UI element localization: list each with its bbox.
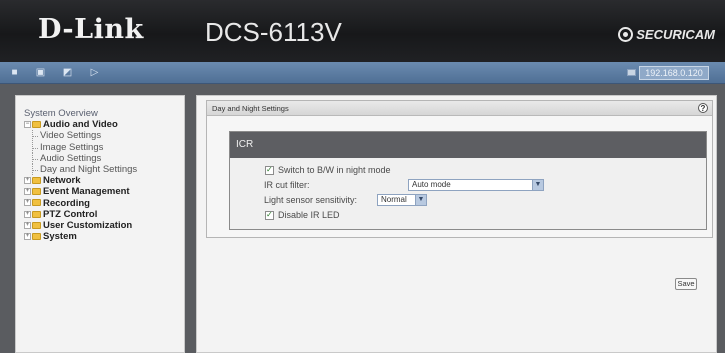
help-icon[interactable]: ?: [698, 103, 708, 113]
chevron-down-icon[interactable]: ▼: [415, 195, 426, 205]
disable-ir-label: Disable IR LED: [278, 210, 340, 220]
sidebar-item-audio-settings[interactable]: Audio Settings: [24, 152, 184, 164]
disable-ir-checkbox[interactable]: [265, 210, 274, 221]
record-icon[interactable]: ◩: [62, 67, 73, 78]
folder-icon: [32, 210, 41, 218]
folder-icon: [32, 199, 41, 207]
sidebar-item-ptz-control[interactable]: + PTZ Control: [24, 209, 184, 220]
light-sensor-select[interactable]: Normal ▼: [377, 194, 427, 206]
collapse-icon[interactable]: −: [24, 121, 31, 129]
sidebar-category-label: PTZ Control: [43, 208, 98, 220]
toolbar: ■ ▣ ◩ ▷ 192.168.0.120: [0, 62, 725, 84]
folder-icon: [32, 177, 41, 185]
camera-icon[interactable]: ■: [9, 67, 20, 78]
folder-icon: [32, 121, 41, 129]
switch-bw-checkbox[interactable]: [265, 165, 274, 176]
snapshot-icon[interactable]: ▣: [35, 67, 46, 78]
sidebar-category-label: User Customization: [43, 219, 133, 231]
sidebar-item-user-customization[interactable]: + User Customization: [24, 220, 184, 231]
sidebar-category-label: Recording: [43, 197, 90, 209]
icr-body: Switch to B/W in night mode IR cut filte…: [230, 158, 706, 229]
sidebar-item-network[interactable]: + Network: [24, 175, 184, 186]
sidebar-item-video-settings[interactable]: Video Settings: [24, 130, 184, 142]
sidebar-item-audio-and-video[interactable]: − Audio and Video: [24, 119, 184, 130]
header-bar: D-Link DCS-6113V SECURICAM: [0, 0, 725, 62]
network-icon: [627, 69, 636, 76]
sidebar-item-system-overview[interactable]: System Overview: [24, 108, 184, 119]
expand-icon[interactable]: +: [24, 177, 31, 185]
securicam-logo-icon: [618, 27, 634, 42]
main-content: Day and Night Settings ? ICR Switch to B…: [196, 95, 717, 353]
dlink-logo: D-Link: [38, 14, 144, 45]
folder-icon: [32, 233, 41, 241]
day-night-settings-panel: Day and Night Settings ? ICR Switch to B…: [206, 100, 713, 238]
sidebar-item-day-night-settings[interactable]: Day and Night Settings: [24, 163, 184, 176]
ir-cut-filter-label: IR cut filter:: [264, 180, 310, 190]
play-icon[interactable]: ▷: [89, 67, 100, 78]
securicam-label: SECURICAM: [636, 27, 715, 42]
sidebar-category-label: Network: [43, 175, 81, 187]
expand-icon[interactable]: +: [24, 188, 31, 196]
sidebar-item-system[interactable]: + System: [24, 231, 184, 242]
ip-address-display: 192.168.0.120: [639, 66, 709, 80]
expand-icon[interactable]: +: [24, 199, 31, 207]
expand-icon[interactable]: +: [24, 233, 31, 241]
ir-cut-filter-value: Auto mode: [412, 180, 451, 189]
securicam-brand: SECURICAM: [618, 27, 715, 42]
icr-section: ICR Switch to B/W in night mode IR cut f…: [229, 131, 707, 230]
icr-heading: ICR: [230, 132, 706, 158]
expand-icon[interactable]: +: [24, 221, 31, 229]
chevron-down-icon[interactable]: ▼: [532, 180, 543, 190]
sidebar-item-event-management[interactable]: + Event Management: [24, 186, 184, 197]
sidebar-item-recording[interactable]: + Recording: [24, 198, 184, 209]
expand-icon[interactable]: +: [24, 210, 31, 218]
sidebar-category-label: Audio and Video: [43, 119, 118, 131]
light-sensor-value: Normal: [381, 195, 407, 204]
ir-cut-filter-select[interactable]: Auto mode ▼: [408, 179, 544, 191]
camera-model-title: DCS-6113V: [205, 17, 342, 47]
folder-icon: [32, 188, 41, 196]
sidebar-item-image-settings[interactable]: Image Settings: [24, 141, 184, 153]
switch-bw-label: Switch to B/W in night mode: [278, 165, 391, 175]
panel-title: Day and Night Settings ?: [207, 101, 712, 116]
sidebar-category-label: System: [43, 231, 77, 243]
sidebar-category-label: Event Management: [43, 186, 130, 198]
switch-bw-row: Switch to B/W in night mode: [265, 165, 391, 176]
disable-ir-row: Disable IR LED: [265, 210, 340, 221]
save-button[interactable]: Save: [675, 278, 697, 290]
folder-icon: [32, 221, 41, 229]
panel-title-text: Day and Night Settings: [212, 104, 289, 113]
sidebar-menu: System Overview − Audio and Video Video S…: [15, 95, 185, 353]
light-sensor-label: Light sensor sensitivity:: [264, 195, 358, 205]
camera-web-ui: D-Link DCS-6113V SECURICAM ■ ▣ ◩ ▷ 192.1…: [0, 0, 725, 353]
